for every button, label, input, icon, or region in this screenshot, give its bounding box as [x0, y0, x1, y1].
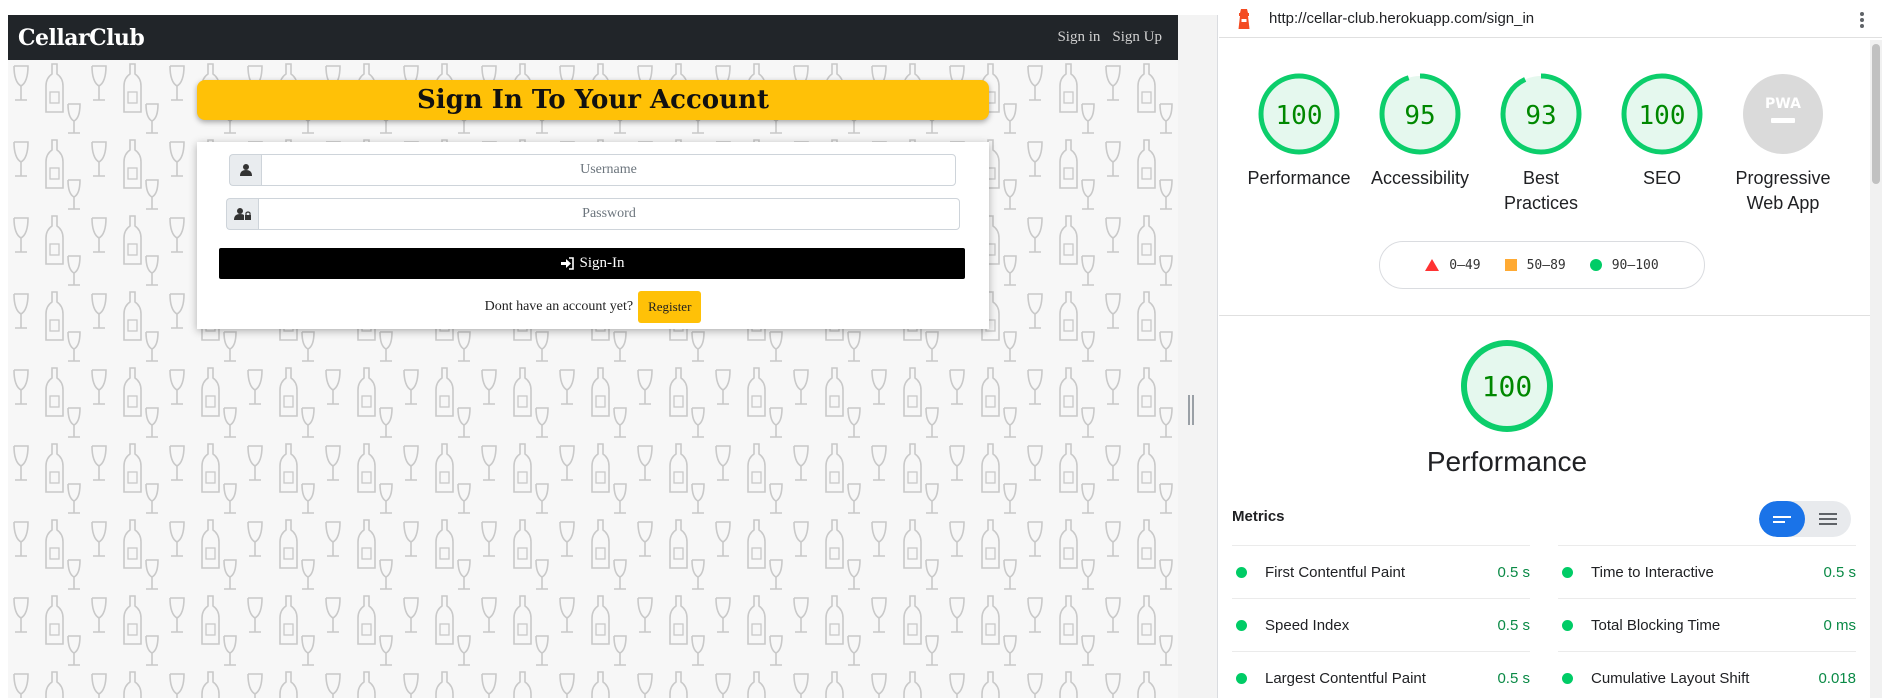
performance-gauge-large: 100 [1461, 340, 1553, 432]
score-value: 100 [1276, 101, 1323, 131]
sign-in-label: Sign-In [579, 255, 625, 271]
pwa-badge-icon: PWA [1743, 74, 1823, 154]
metric-value: 0.018 [1818, 669, 1856, 687]
metric-value: 0.5 s [1823, 563, 1856, 581]
pass-dot-icon [1236, 619, 1247, 631]
gauge-accessibility[interactable]: 95 Accessibility [1360, 72, 1480, 191]
metric-row[interactable]: Time to Interactive 0.5 s [1558, 545, 1856, 598]
legend-pass: 90–100 [1589, 257, 1659, 273]
gauge-pwa[interactable]: PWA Progressive Web App [1723, 72, 1843, 216]
password-group [226, 198, 960, 230]
compact-view-button[interactable] [1759, 501, 1805, 537]
pane-splitter[interactable] [1178, 15, 1218, 698]
main-score-value: 100 [1482, 370, 1533, 403]
metrics-view-toggle[interactable] [1759, 501, 1851, 537]
lighthouse-icon [1238, 8, 1250, 29]
pass-dot-icon [1562, 619, 1573, 631]
pass-dot-icon [1236, 566, 1247, 578]
pass-dot-icon [1562, 672, 1573, 684]
score-value: 100 [1639, 101, 1686, 131]
divider [1219, 315, 1870, 316]
legend-fail-range: 0–49 [1449, 257, 1481, 273]
gauge-label: Performance [1247, 168, 1351, 188]
expanded-view-button[interactable] [1805, 501, 1851, 537]
list-compact-icon [1773, 513, 1791, 526]
register-prompt: Dont have an account yet? [484, 299, 634, 314]
legend-fail: 0–49 [1425, 257, 1481, 273]
brand-logo[interactable]: CellarClub [18, 25, 145, 51]
sign-in-icon [560, 257, 574, 270]
pass-dot-icon [1236, 672, 1247, 684]
title-banner: Sign In To Your Account [197, 80, 989, 120]
password-input[interactable] [258, 198, 960, 230]
nav-sign-in-link[interactable]: Sign in [1057, 29, 1100, 46]
metrics-column-right: Time to Interactive 0.5 s Total Blocking … [1558, 545, 1856, 698]
sign-in-button[interactable]: Sign-In [219, 248, 965, 279]
metric-name: Cumulative Layout Shift [1591, 669, 1750, 687]
metric-value: 0.5 s [1497, 563, 1530, 581]
report-url[interactable]: http://cellar-club.herokuapp.com/sign_in [1269, 10, 1534, 27]
metric-name: Total Blocking Time [1591, 616, 1721, 634]
report-scrollbar[interactable] [1870, 40, 1882, 698]
metric-row[interactable]: Total Blocking Time 0 ms [1558, 598, 1856, 651]
register-row: Dont have an account yet? Register [197, 291, 989, 323]
circle-icon [1589, 259, 1602, 271]
metric-value: 0 ms [1823, 616, 1856, 634]
list-expanded-icon [1819, 510, 1837, 528]
metric-row[interactable]: Cumulative Layout Shift 0.018 [1558, 651, 1856, 698]
gauge-seo[interactable]: 100 SEO [1602, 72, 1722, 191]
lighthouse-topbar: http://cellar-club.herokuapp.com/sign_in [1219, 0, 1882, 38]
metrics-column-left: First Contentful Paint 0.5 s Speed Index 0… [1232, 545, 1530, 698]
gauge-label: SEO [1642, 168, 1681, 188]
more-options-icon[interactable] [1860, 10, 1866, 30]
lighthouse-report: http://cellar-club.herokuapp.com/sign_in… [1219, 0, 1882, 698]
score-ring: 100 [1621, 73, 1703, 155]
user-lock-icon [226, 198, 258, 230]
legend-pass-range: 90–100 [1611, 257, 1659, 273]
score-ring: 93 [1500, 73, 1582, 155]
scrollbar-thumb[interactable] [1872, 44, 1880, 184]
splitter-grip-icon[interactable] [1188, 395, 1194, 425]
username-input[interactable] [261, 154, 956, 186]
score-ring: 100 [1258, 73, 1340, 155]
gauge-label: Progressive Web App [1735, 168, 1831, 213]
triangle-icon [1425, 259, 1440, 271]
metrics-heading: Metrics [1232, 508, 1285, 525]
legend-average: 50–89 [1504, 257, 1566, 273]
metric-row[interactable]: First Contentful Paint 0.5 s [1232, 545, 1530, 598]
user-icon [229, 154, 261, 186]
username-group [229, 154, 956, 186]
gauge-best-practices[interactable]: 93 Best Practices [1481, 72, 1601, 216]
score-legend: 0–49 50–89 90–100 [1379, 241, 1705, 289]
metric-name: Time to Interactive [1591, 563, 1714, 581]
main-category-title: Performance [1426, 446, 1588, 477]
metric-row[interactable]: Largest Contentful Paint 0.5 s [1232, 651, 1530, 698]
register-button[interactable]: Register [638, 291, 702, 323]
metric-name: First Contentful Paint [1265, 563, 1406, 581]
metric-value: 0.5 s [1497, 616, 1530, 634]
navbar: CellarClub Sign in Sign Up [8, 15, 1178, 60]
pass-dot-icon [1562, 566, 1573, 578]
metric-row[interactable]: Speed Index 0.5 s [1232, 598, 1530, 651]
score-ring: 95 [1379, 73, 1461, 155]
metric-name: Largest Contentful Paint [1265, 669, 1426, 687]
score-value: 93 [1525, 101, 1556, 131]
score-value: 95 [1404, 101, 1435, 131]
legend-average-range: 50–89 [1526, 257, 1566, 273]
nav-links: Sign in Sign Up [1057, 29, 1162, 46]
gauge-label: Best Practices [1503, 168, 1579, 213]
square-icon [1504, 259, 1517, 271]
sign-in-form: Sign-In Dont have an account yet? Regist… [197, 142, 989, 329]
metric-value: 0.5 s [1497, 669, 1530, 687]
gauge-performance[interactable]: 100 Performance [1239, 72, 1359, 191]
website-viewport: CellarClub Sign in Sign Up Sign In To Yo… [8, 15, 1178, 698]
page-title: Sign In To Your Account [417, 85, 769, 115]
pwa-badge-text: PWA [1765, 96, 1801, 112]
nav-sign-up-link[interactable]: Sign Up [1112, 29, 1162, 46]
metric-name: Speed Index [1265, 616, 1350, 634]
gauge-label: Accessibility [1370, 168, 1470, 188]
